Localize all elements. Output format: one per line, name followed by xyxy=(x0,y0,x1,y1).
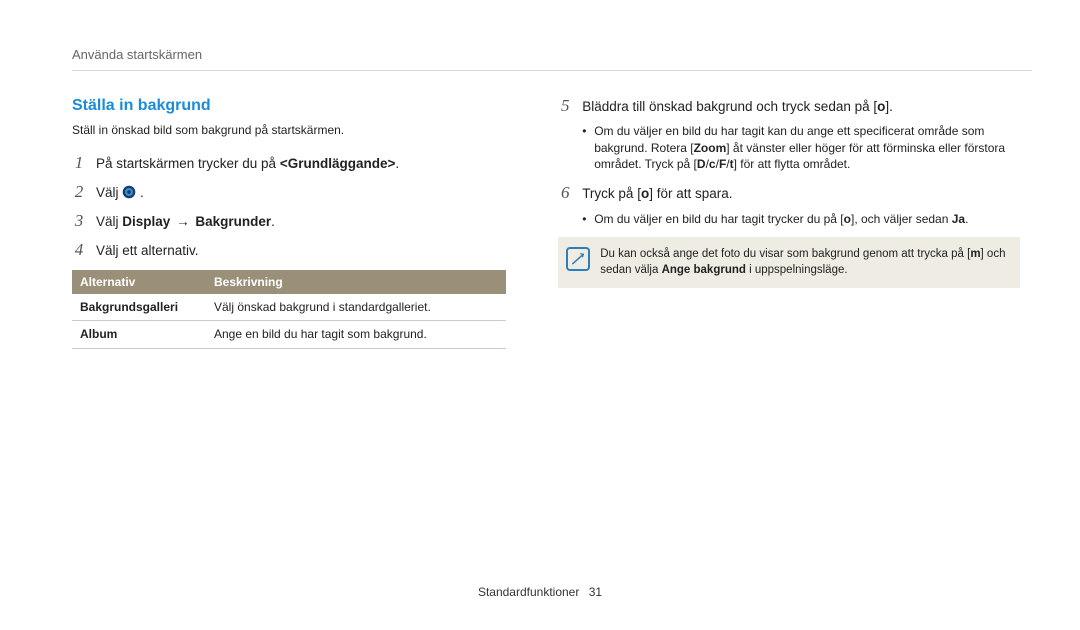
step-text-post: ] för att spara. xyxy=(649,186,732,201)
step-text-pre: Välj xyxy=(96,214,122,229)
step-text: Välj . xyxy=(96,184,506,202)
ok-button-label: o xyxy=(844,212,851,226)
table-row: Bakgrundsgalleri Välj önskad bakgrund i … xyxy=(72,294,506,321)
step-6: 6 Tryck på [o] för att spara. xyxy=(558,182,1020,205)
disp-button-label: D xyxy=(697,157,706,171)
arrow-icon: → xyxy=(176,214,190,229)
step-text: På startskärmen trycker du på <Grundlägg… xyxy=(96,155,506,173)
note-box: Du kan också ange det foto du visar som … xyxy=(558,237,1020,288)
step-text-strong: Bakgrunder xyxy=(195,214,271,229)
step-text: Tryck på [o] för att spara. xyxy=(582,185,1020,203)
step-text-strong: <Grundläggande> xyxy=(280,156,396,171)
ja-label: Ja xyxy=(952,212,965,226)
bullet-text: Om du väljer en bild du har tagit trycke… xyxy=(594,212,843,226)
step-number: 6 xyxy=(558,182,572,205)
options-table: Alternativ Beskrivning Bakgrundsgalleri … xyxy=(72,270,506,349)
table-cell: Bakgrundsgalleri xyxy=(72,294,206,321)
list-item: Om du väljer en bild du har tagit kan du… xyxy=(582,123,1020,172)
wheel-icon xyxy=(122,185,136,199)
divider xyxy=(72,70,1032,71)
bullet-text: ], och väljer sedan xyxy=(851,212,952,226)
note-icon xyxy=(566,247,590,271)
step-5-bullets: Om du väljer en bild du har tagit kan du… xyxy=(582,123,1020,172)
step-3: 3 Välj Display → Bakgrunder. xyxy=(72,210,506,233)
table-row: Album Ange en bild du har tagit som bakg… xyxy=(72,321,506,348)
content-columns: Ställa in bakgrund Ställ in önskad bild … xyxy=(72,95,1020,349)
zoom-label: Zoom xyxy=(694,141,727,155)
bullet-text: . xyxy=(965,212,968,226)
step-number: 1 xyxy=(72,152,86,175)
column-left: Ställa in bakgrund Ställ in önskad bild … xyxy=(72,95,506,349)
menu-button-label: m xyxy=(970,248,980,260)
note-text: Du kan också ange det foto du visar som … xyxy=(600,247,1008,278)
step-text-strong: Display xyxy=(122,214,170,229)
step-text-pre: Bläddra till önskad bakgrund och tryck s… xyxy=(582,99,877,114)
step-number: 4 xyxy=(72,239,86,262)
note-text-post: i uppspelningsläge. xyxy=(746,264,848,276)
note-text-strong: Ange bakgrund xyxy=(662,264,746,276)
step-text-pre: Välj xyxy=(96,185,122,200)
footer-label: Standardfunktioner xyxy=(478,585,579,599)
step-text: Bläddra till önskad bakgrund och tryck s… xyxy=(582,98,1020,116)
table-header: Alternativ xyxy=(72,270,206,294)
step-number: 2 xyxy=(72,181,86,204)
step-text-pre: Tryck på [ xyxy=(582,186,641,201)
step-text-post: . xyxy=(271,214,275,229)
step-text: Välj ett alternativ. xyxy=(96,242,506,260)
table-header: Beskrivning xyxy=(206,270,506,294)
page-footer: Standardfunktioner 31 xyxy=(0,584,1080,600)
table-header-row: Alternativ Beskrivning xyxy=(72,270,506,294)
table-cell: Album xyxy=(72,321,206,348)
page-number: 31 xyxy=(589,585,602,599)
intro-paragraph: Ställ in önskad bild som bakgrund på sta… xyxy=(72,122,506,138)
manual-page: Använda startskärmen Ställa in bakgrund … xyxy=(0,0,1080,630)
step-5: 5 Bläddra till önskad bakgrund och tryck… xyxy=(558,95,1020,118)
step-text-post: . xyxy=(395,156,399,171)
step-text-pre: På startskärmen trycker du på xyxy=(96,156,280,171)
column-right: 5 Bläddra till önskad bakgrund och tryck… xyxy=(558,95,1020,349)
step-number: 3 xyxy=(72,210,86,233)
down-button-icon: c xyxy=(709,157,716,171)
table-cell: Ange en bild du har tagit som bakgrund. xyxy=(206,321,506,348)
step-text-post: ]. xyxy=(885,99,893,114)
list-item: Om du väljer en bild du har tagit trycke… xyxy=(582,211,1020,227)
step-1: 1 På startskärmen trycker du på <Grundlä… xyxy=(72,152,506,175)
table-cell: Välj önskad bakgrund i standardgalleriet… xyxy=(206,294,506,321)
breadcrumb: Använda startskärmen xyxy=(72,46,1020,64)
bullet-text: ] för att flytta området. xyxy=(734,157,851,171)
step-4: 4 Välj ett alternativ. xyxy=(72,239,506,262)
step-text: Välj Display → Bakgrunder. xyxy=(96,213,506,231)
step-number: 5 xyxy=(558,95,572,118)
note-text-pre: Du kan också ange det foto du visar som … xyxy=(600,248,970,260)
ok-button-label: o xyxy=(641,186,649,201)
section-title: Ställa in bakgrund xyxy=(72,95,506,117)
step-2: 2 Välj . xyxy=(72,181,506,204)
step-6-bullets: Om du väljer en bild du har tagit trycke… xyxy=(582,211,1020,227)
